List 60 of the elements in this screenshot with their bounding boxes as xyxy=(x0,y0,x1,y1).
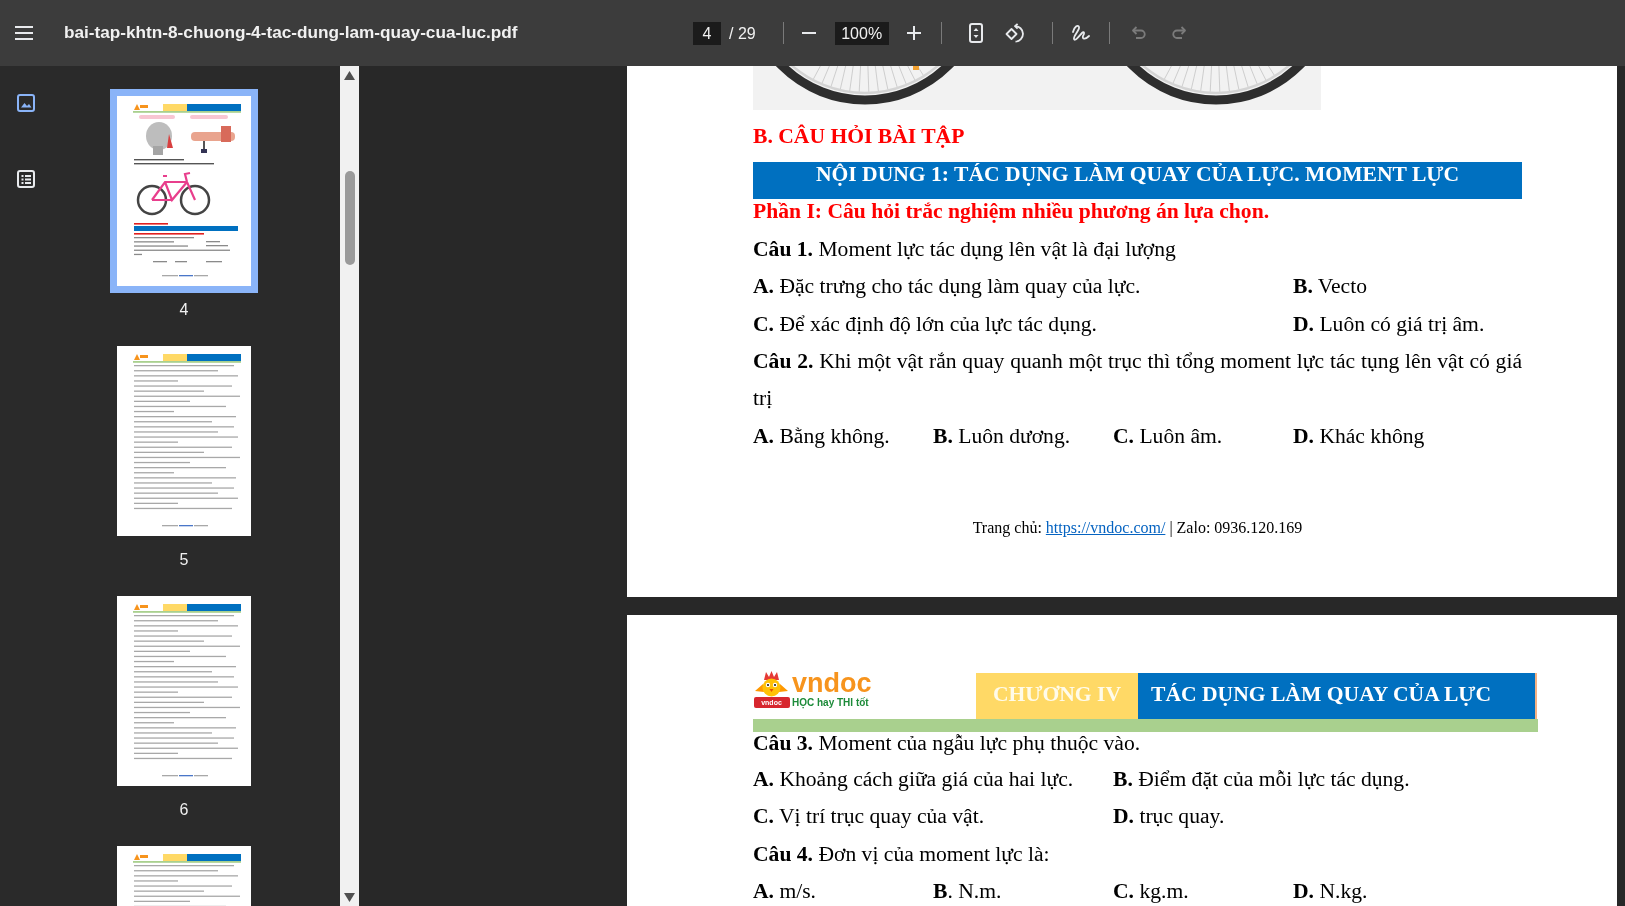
thumbnail-view-button[interactable] xyxy=(17,94,35,112)
answer-option: A. Khoảng cách giữa giá của hai lực. xyxy=(753,767,1074,793)
question-text: Câu 3. Moment của ngẫu lực phụ thuộc vào. xyxy=(753,732,1141,755)
menu-icon xyxy=(15,26,33,40)
chapter-title: TÁC DỤNG LÀM QUAY CỦA LỰC xyxy=(1138,673,1537,719)
menu-button[interactable] xyxy=(15,26,33,40)
answer-option: D. N.kg. xyxy=(1293,879,1368,905)
part-heading: Phần I: Câu hỏi trắc nghiệm nhiều phương án lựa chọn. xyxy=(753,199,1270,223)
minus-icon xyxy=(801,32,816,34)
list-icon xyxy=(17,170,35,188)
rotate-icon xyxy=(1004,23,1027,43)
scrollbar-thumb[interactable] xyxy=(344,171,355,265)
page-thumbnail[interactable] xyxy=(110,89,258,293)
scroll-up-icon[interactable] xyxy=(344,71,355,80)
page-number-label: 5 xyxy=(179,550,189,570)
section-banner: NỘI DUNG 1: TÁC DỤNG LÀM QUAY CỦA LỰC. MOMENT LỰC xyxy=(753,162,1522,199)
answer-option: C. Để xác định độ lớn của lực tác dụng. xyxy=(753,311,1097,337)
answer-option: A. m/s. xyxy=(753,879,816,905)
bird-mascot-icon xyxy=(755,671,788,697)
answer-option: A. Bằng không. xyxy=(753,423,890,449)
answer-option: C. Luôn âm. xyxy=(1113,423,1223,449)
question-text: Câu 2. Khi một vật rắn quay quanh một trục thì tổng moment lực tác tụng lên vật có giá trị xyxy=(753,347,1522,413)
answer-option: D. Khác không xyxy=(1293,423,1425,449)
answer-option: C. kg.m. xyxy=(1113,879,1189,905)
page-footer-text: Trang chủ: https://vndoc.com/ | Zalo: 0936.120.169 xyxy=(972,518,1303,538)
page-count: / 29 xyxy=(729,23,756,44)
annotate-button[interactable] xyxy=(1070,24,1091,42)
page-number-label: 6 xyxy=(179,800,189,820)
answer-option: B. Điểm đặt của mỗi lực tác dụng. xyxy=(1113,767,1410,793)
scroll-down-icon[interactable] xyxy=(344,893,355,902)
answer-option: A. Đặc trưng cho tác dụng làm quay của lực. xyxy=(753,274,1141,300)
fit-page-button[interactable] xyxy=(968,23,983,43)
answer-option: B. Luôn dương. xyxy=(933,423,1071,449)
redo-icon xyxy=(1170,26,1187,40)
page-thumbnail[interactable] xyxy=(117,346,251,536)
fit-page-icon xyxy=(968,23,983,43)
answer-option: B. Vecto xyxy=(1293,274,1367,300)
question-text: Câu 1. Moment lực tác dụng lên vật là đại lượng xyxy=(753,236,1176,263)
answer-option: B. N.m. xyxy=(933,879,1002,905)
answer-option: C. Vị trí trục quay của vật. xyxy=(753,804,985,830)
document-title: bai-tap-khtn-8-chuong-4-tac-dung-lam-quay-cua-luc.pdf xyxy=(64,21,518,45)
footer-link[interactable]: https://vndoc.com/ xyxy=(1045,519,1166,536)
squiggle-icon xyxy=(1070,24,1091,42)
zoom-field[interactable]: 100% xyxy=(834,21,889,45)
logo-tagline: HỌC hay THI tốt xyxy=(792,697,869,709)
page-thumbnail[interactable] xyxy=(117,596,251,786)
section-heading: B. CÂU HỎI BÀI TẬP xyxy=(753,123,965,150)
logo-wordmark: vndoc xyxy=(792,671,872,696)
answer-option: D. trục quay. xyxy=(1113,804,1225,830)
question-text: Câu 4. Đơn vị của moment lực là: xyxy=(753,840,1050,868)
plus-icon xyxy=(906,26,921,40)
outline-view-button[interactable] xyxy=(17,170,35,188)
page-number-field[interactable]: 4 xyxy=(693,21,721,45)
zoom-in-button[interactable] xyxy=(906,26,921,40)
chapter-label: CHƯƠNG IV xyxy=(976,673,1138,719)
undo-icon xyxy=(1130,26,1147,40)
answer-option: D. Luôn có giá trị âm. xyxy=(1293,311,1485,337)
rotate-button[interactable] xyxy=(1004,23,1027,43)
page-number-label: 4 xyxy=(179,300,189,320)
image-icon xyxy=(17,94,35,112)
